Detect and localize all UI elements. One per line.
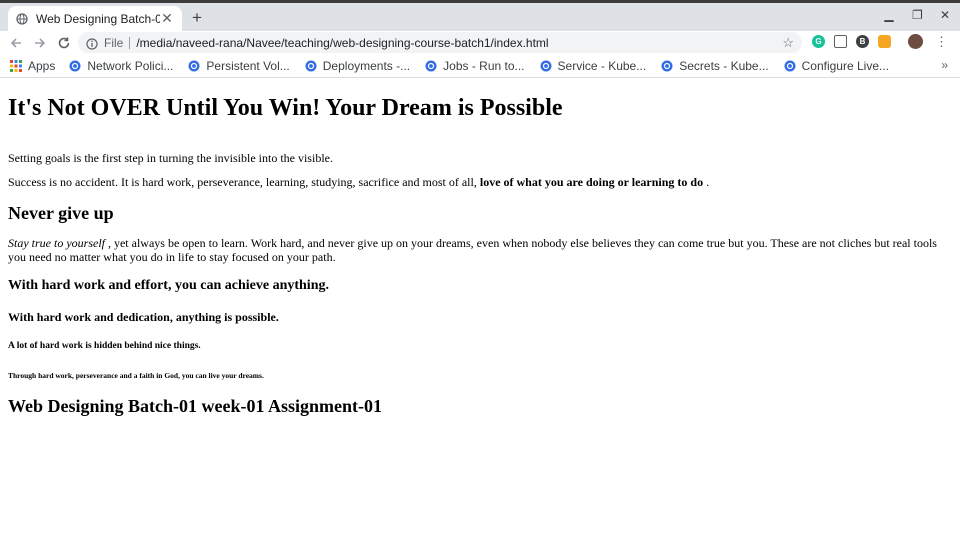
- page-content: It's Not OVER Until You Win! Your Dream …: [0, 79, 960, 538]
- info-icon[interactable]: [86, 37, 98, 50]
- bookmark-label: Configure Live...: [801, 58, 889, 73]
- url-text[interactable]: /media/naveed-rana/Navee/teaching/web-de…: [136, 36, 782, 50]
- heading-5: A lot of hard work is hidden behind nice…: [8, 341, 201, 351]
- menu-icon[interactable]: ⋮: [935, 34, 948, 50]
- reload-icon[interactable]: [56, 35, 72, 51]
- heading-6: Through hard work, perseverance and a fa…: [8, 371, 264, 380]
- bookmark-item[interactable]: Deployments -...: [305, 59, 410, 73]
- bookmark-label: Network Polici...: [87, 58, 174, 73]
- page-heading: It's Not OVER Until You Win! Your Dream …: [8, 95, 563, 121]
- kubernetes-icon: [661, 60, 673, 72]
- kubernetes-icon: [305, 60, 317, 72]
- kubernetes-icon: [425, 60, 437, 72]
- kubernetes-icon: [784, 60, 796, 72]
- bookmark-label: Deployments -...: [322, 58, 411, 73]
- paragraph-goals: Setting goals is the first step in turni…: [8, 151, 333, 165]
- bookmark-item[interactable]: Jobs - Run to...: [425, 58, 525, 73]
- kubernetes-icon: [188, 60, 200, 72]
- bookmark-item[interactable]: Secrets - Kube...: [661, 58, 769, 73]
- heading-assignment: Web Designing Batch-01 week-01 Assignmen…: [8, 396, 383, 416]
- window-controls: ▁ ❐ ✕: [884, 7, 950, 23]
- globe-icon: [16, 12, 28, 25]
- bookmark-apps[interactable]: Apps: [10, 59, 55, 73]
- paragraph-bold: love of what you are doing or learning t…: [479, 175, 704, 189]
- bookmarks-bar: Apps Network Polici... Persistent Vol...…: [0, 54, 960, 78]
- grammarly-icon[interactable]: G: [812, 35, 825, 48]
- paragraph-text: Success is no accident. It is hard work,…: [8, 175, 480, 189]
- edit-extension-icon[interactable]: [834, 35, 847, 48]
- paragraph-italic: Stay true to yourself: [8, 236, 105, 250]
- paragraph-end: .: [703, 175, 710, 189]
- restore-icon[interactable]: ❐: [912, 7, 923, 23]
- bookmark-item[interactable]: Configure Live...: [784, 59, 889, 73]
- bookmark-item[interactable]: Network Polici...: [69, 59, 173, 73]
- bookmark-label: Persistent Vol...: [206, 58, 290, 73]
- forward-icon[interactable]: [32, 35, 48, 51]
- omnibox-separator: [129, 36, 131, 49]
- bookmark-item[interactable]: Persistent Vol...: [188, 58, 290, 73]
- paragraph-text: , yet always be open to learn. Work hard…: [8, 236, 937, 264]
- new-tab-button[interactable]: +: [188, 9, 206, 27]
- tab-active[interactable]: Web Designing Batch-01 ✕: [8, 6, 182, 31]
- paragraph-stay-true: Stay true to yourself , yet always be op…: [8, 236, 952, 264]
- star-icon[interactable]: ☆: [782, 35, 794, 51]
- tab-title: Web Designing Batch-01: [36, 11, 160, 26]
- bookmark-label: Jobs - Run to...: [443, 58, 525, 73]
- avatar[interactable]: [908, 34, 923, 49]
- address-bar[interactable]: File /media/naveed-rana/Navee/teaching/w…: [78, 32, 802, 53]
- heading-4: With hard work and dedication, anything …: [8, 310, 279, 324]
- kubernetes-icon: [540, 60, 552, 72]
- bookmark-label: Service - Kube...: [557, 58, 647, 73]
- kubernetes-icon: [69, 60, 81, 72]
- close-window-icon[interactable]: ✕: [940, 7, 950, 23]
- heading-never-give-up: Never give up: [8, 203, 114, 223]
- bookmark-label: Apps: [28, 58, 56, 73]
- minimize-icon[interactable]: ▁: [884, 7, 894, 23]
- scheme-label: File: [104, 35, 124, 50]
- toolbar: File /media/naveed-rana/Navee/teaching/w…: [0, 31, 960, 54]
- extensions-area: G B: [812, 34, 923, 49]
- bookmark-item[interactable]: Service - Kube...: [540, 58, 647, 73]
- heading-3: With hard work and effort, you can achie…: [8, 278, 329, 293]
- bookmarks-overflow-icon[interactable]: »: [941, 58, 948, 72]
- close-tab-icon[interactable]: ✕: [160, 10, 174, 27]
- tab-strip: Web Designing Batch-01 ✕ + ▁ ❐ ✕: [0, 0, 960, 31]
- back-icon[interactable]: [8, 35, 24, 51]
- extension-orange-icon[interactable]: [878, 35, 891, 48]
- extension-b-icon[interactable]: B: [856, 35, 869, 48]
- paragraph-success: Success is no accident. It is hard work,…: [8, 175, 952, 189]
- apps-grid-icon: [10, 59, 22, 72]
- bookmark-label: Secrets - Kube...: [679, 58, 769, 73]
